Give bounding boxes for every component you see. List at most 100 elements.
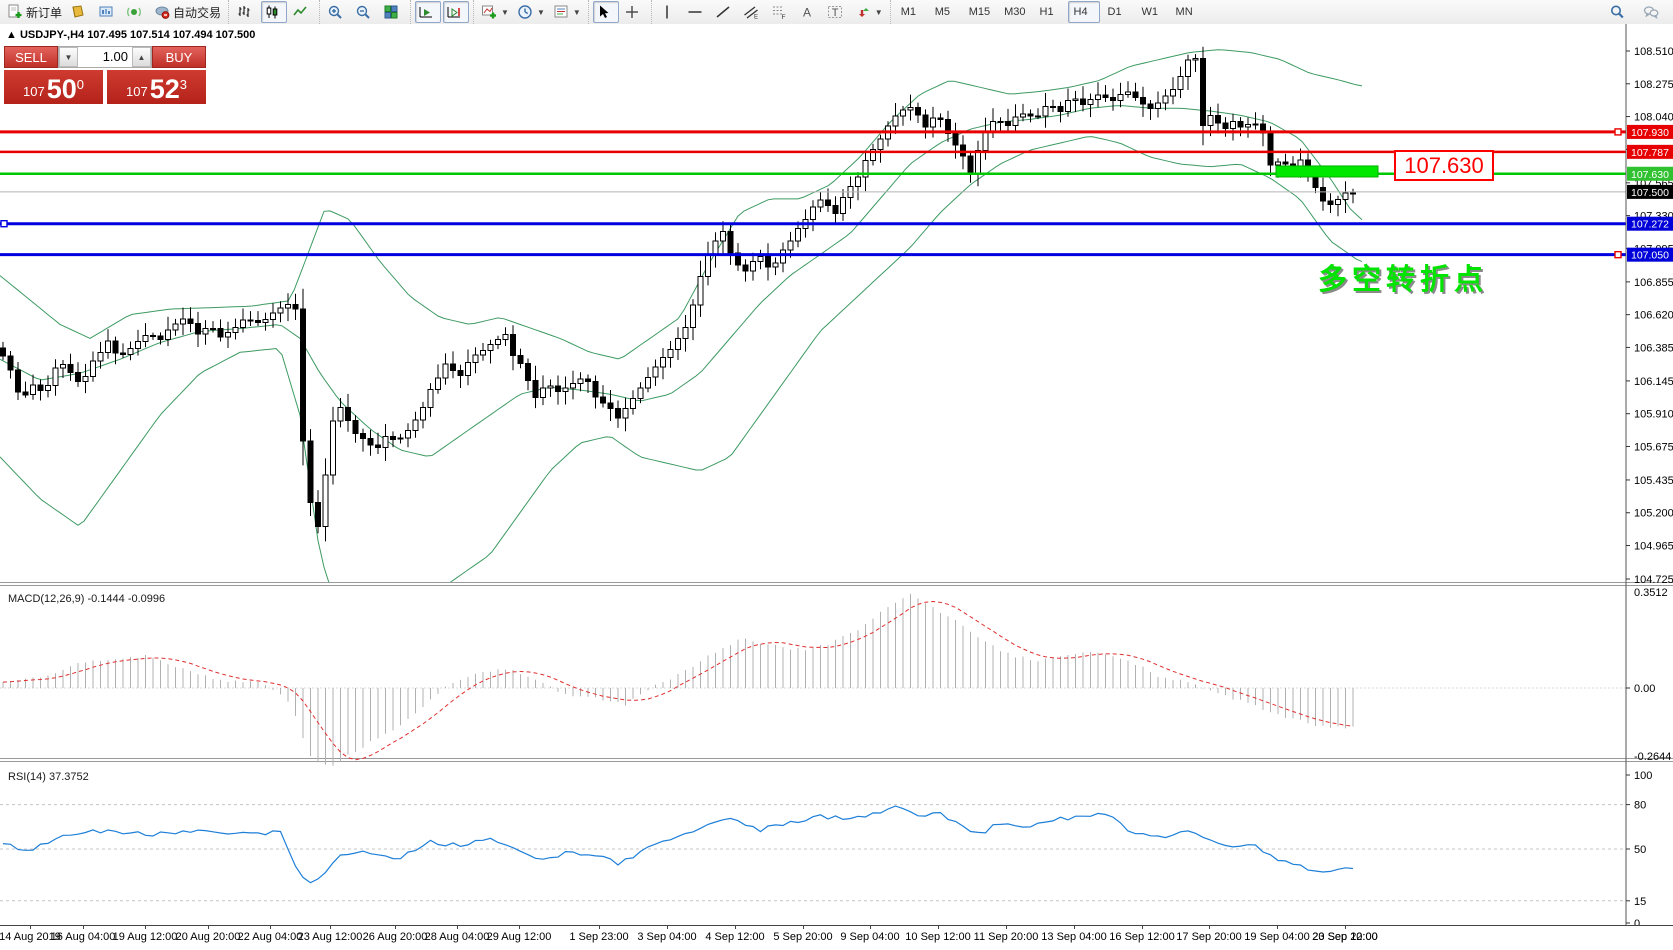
time-axis-label: 10 Sep 12:00	[905, 931, 970, 943]
text-a-icon: A	[799, 4, 815, 20]
periods-button[interactable]: ▼	[514, 1, 548, 23]
arrows-button[interactable]: ▼	[852, 1, 886, 23]
new-order-button[interactable]: 新订单	[4, 1, 65, 23]
turning-point-annotation[interactable]: 多空转折点	[1318, 256, 1488, 298]
time-axis-tick	[145, 926, 146, 929]
time-axis-tick	[1209, 926, 1210, 929]
time-axis-tick	[1142, 926, 1143, 929]
svg-text:0.3512: 0.3512	[1634, 587, 1668, 599]
indicators-icon	[481, 4, 497, 20]
time-axis-label: 13 Sep 04:00	[1041, 931, 1106, 943]
volume-value[interactable]: 1.00	[78, 47, 132, 67]
arrows-icon	[855, 4, 871, 20]
tf-w1-button[interactable]: W1	[1136, 1, 1168, 23]
data-signal-button[interactable]	[123, 1, 149, 23]
crosshair-icon	[624, 4, 640, 20]
tf-mn-button[interactable]: MN	[1170, 1, 1202, 23]
tf-m15-button[interactable]: M15	[963, 1, 996, 23]
svg-text:-0.2644: -0.2644	[1634, 751, 1671, 763]
time-axis-label: 19 Aug 12:00	[113, 931, 178, 943]
time-axis-tick	[330, 926, 331, 929]
indicators-button[interactable]: ▼	[478, 1, 512, 23]
tf-h4-button[interactable]: H4	[1068, 1, 1100, 23]
zoom-out-button[interactable]	[352, 1, 378, 23]
crosshair-button[interactable]	[621, 1, 647, 23]
price-axis-tick: 108.510	[1634, 46, 1673, 58]
auto-trading-button[interactable]: 自动交易	[151, 1, 224, 23]
time-axis-label: 26 Aug 20:00	[363, 931, 428, 943]
zoom-in-button[interactable]	[324, 1, 350, 23]
buy-price-figure: 107	[126, 82, 148, 102]
text-button[interactable]: A	[796, 1, 822, 23]
chart-shift-button[interactable]	[443, 1, 469, 23]
search-button[interactable]	[1606, 1, 1632, 23]
chart-profile-button[interactable]	[95, 1, 121, 23]
toolbar-group: E FAT ▼	[651, 0, 890, 24]
time-axis-label: 9 Sep 04:00	[840, 931, 899, 943]
time-axis-label: 23 Aug 12:00	[298, 931, 363, 943]
zoom-in-icon	[327, 4, 343, 20]
tile-windows-button[interactable]	[380, 1, 406, 23]
chart-candles-button[interactable]	[261, 1, 287, 23]
time-axis-label: 19 Sep 04:00	[1244, 931, 1309, 943]
price-badge: 107.500	[1631, 187, 1669, 199]
market-watch-button[interactable]	[67, 1, 93, 23]
buy-price-point: 3	[180, 70, 187, 100]
auto-scroll-button[interactable]	[415, 1, 441, 23]
time-axis-label: 23 Sep 20:00	[1312, 931, 1377, 943]
price-callout[interactable]: 107.630	[1394, 150, 1494, 181]
price-axis-tick: 105.675	[1634, 441, 1673, 453]
cursor-button[interactable]	[593, 1, 619, 23]
price-axis-tick: 104.965	[1634, 541, 1673, 553]
time-axis-tick	[208, 926, 209, 929]
vertical-line-button[interactable]	[656, 1, 682, 23]
volume-up-button[interactable]: ▲	[132, 47, 151, 67]
chat-button[interactable]	[1640, 1, 1666, 23]
time-axis-label: 29 Aug 12:00	[487, 931, 552, 943]
time-axis-tick	[803, 926, 804, 929]
chart-line-button[interactable]	[289, 1, 315, 23]
time-axis-tick	[270, 926, 271, 929]
volume-down-button[interactable]: ▼	[59, 47, 78, 67]
book-icon	[70, 4, 86, 20]
arrows-dropdown-arrow[interactable]: ▼	[875, 8, 883, 17]
trend-line-button[interactable]	[712, 1, 738, 23]
line-chart-icon	[292, 4, 308, 20]
time-axis-label: 20 Aug 20:00	[176, 931, 241, 943]
sell-price[interactable]: 107 50 0	[4, 70, 103, 104]
chart-window[interactable]: 108.510108.275108.040107.805107.565107.3…	[0, 24, 1673, 925]
zoom-out-icon	[355, 4, 371, 20]
rsi-axis-tick: 15	[1634, 896, 1646, 908]
rsi-label: RSI(14) 37.3752	[8, 771, 89, 783]
time-axis-label: 3 Sep 04:00	[637, 931, 696, 943]
time-axis-label: 5 Sep 20:00	[773, 931, 832, 943]
buy-price[interactable]: 107 52 3	[107, 70, 206, 104]
sell-button[interactable]: SELL	[4, 46, 58, 68]
auto-trading-label: 自动交易	[173, 4, 221, 21]
price-axis-tick: 104.725	[1634, 574, 1673, 586]
tf-m5-button[interactable]: M5	[929, 1, 961, 23]
fibonacci-button[interactable]: F	[768, 1, 794, 23]
templates-dropdown-arrow[interactable]: ▼	[573, 8, 581, 17]
signal-icon	[126, 4, 142, 20]
time-axis-tick	[83, 926, 84, 929]
rsi-axis-tick: 80	[1634, 800, 1646, 812]
svg-text:E: E	[754, 15, 758, 21]
chart-bars-button[interactable]	[233, 1, 259, 23]
tf-m30-button[interactable]: M30	[998, 1, 1031, 23]
tf-m1-button[interactable]: M1	[895, 1, 927, 23]
periods-dropdown-arrow[interactable]: ▼	[537, 8, 545, 17]
symbol-title: ▲ USDJPY-,H4 107.495 107.514 107.494 107…	[6, 29, 255, 41]
indicators-dropdown-arrow[interactable]: ▼	[501, 8, 509, 17]
buy-button[interactable]: BUY	[152, 46, 206, 68]
equidistant-channel-button[interactable]: E	[740, 1, 766, 23]
time-axis-tick	[735, 926, 736, 929]
clock-icon	[517, 4, 533, 20]
buy-price-pips: 52	[150, 76, 180, 102]
tf-d1-button[interactable]: D1	[1102, 1, 1134, 23]
tf-h1-button[interactable]: H1	[1034, 1, 1066, 23]
candle-chart-icon	[264, 4, 280, 20]
templates-button[interactable]: ▼	[550, 1, 584, 23]
horizontal-line-button[interactable]	[684, 1, 710, 23]
text-label-button[interactable]: T	[824, 1, 850, 23]
